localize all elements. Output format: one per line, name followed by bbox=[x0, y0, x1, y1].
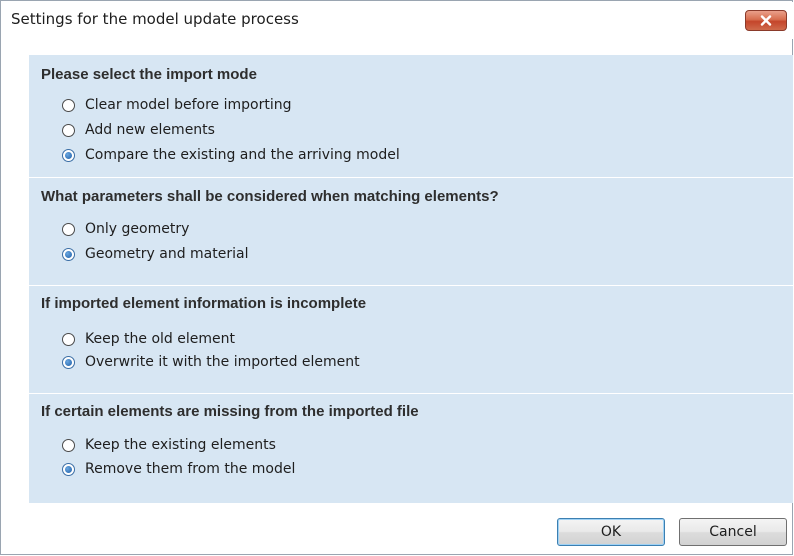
missing-elements-heading: If certain elements are missing from the… bbox=[41, 403, 419, 420]
radio-button-selected[interactable] bbox=[62, 462, 75, 476]
options-panel: Please select the import mode Clear mode… bbox=[29, 55, 793, 503]
option-label: Remove them from the model bbox=[85, 461, 296, 477]
option-label: Keep the old element bbox=[85, 331, 235, 347]
incomplete-information-heading: If imported element information is incom… bbox=[41, 295, 367, 312]
close-button[interactable] bbox=[745, 10, 787, 31]
option-label: Clear model before importing bbox=[85, 97, 292, 113]
option-label: Keep the existing elements bbox=[85, 437, 276, 453]
option-label: Compare the existing and the arriving mo… bbox=[85, 147, 400, 163]
option-geometry-and-material[interactable]: Geometry and material bbox=[62, 243, 248, 265]
radio-button-selected[interactable] bbox=[62, 247, 75, 261]
matching-parameters-heading: What parameters shall be considered when… bbox=[41, 188, 499, 205]
settings-dialog: Settings for the model update process Pl… bbox=[0, 0, 793, 555]
radio-button-selected[interactable] bbox=[62, 355, 75, 369]
option-keep-old-element[interactable]: Keep the old element bbox=[62, 328, 235, 350]
option-compare-models[interactable]: Compare the existing and the arriving mo… bbox=[62, 144, 400, 166]
radio-button-selected[interactable] bbox=[62, 148, 75, 162]
group-divider bbox=[29, 177, 793, 178]
cancel-button[interactable]: Cancel bbox=[679, 518, 787, 546]
option-label: Only geometry bbox=[85, 221, 190, 237]
window-title: Settings for the model update process bbox=[11, 10, 299, 28]
close-icon bbox=[760, 15, 772, 26]
option-keep-existing-elements[interactable]: Keep the existing elements bbox=[62, 434, 276, 456]
option-add-new-elements[interactable]: Add new elements bbox=[62, 119, 215, 141]
option-only-geometry[interactable]: Only geometry bbox=[62, 218, 189, 240]
radio-button[interactable] bbox=[62, 438, 75, 452]
radio-button[interactable] bbox=[62, 123, 75, 137]
radio-button[interactable] bbox=[62, 222, 75, 236]
group-divider bbox=[29, 285, 793, 286]
option-remove-from-model[interactable]: Remove them from the model bbox=[62, 458, 295, 480]
option-label: Overwrite it with the imported element bbox=[85, 354, 360, 370]
ok-button[interactable]: OK bbox=[557, 518, 665, 546]
option-overwrite-element[interactable]: Overwrite it with the imported element bbox=[62, 351, 360, 373]
radio-button[interactable] bbox=[62, 98, 75, 112]
option-label: Add new elements bbox=[85, 122, 215, 138]
radio-button[interactable] bbox=[62, 332, 75, 346]
import-mode-heading: Please select the import mode bbox=[41, 66, 257, 83]
title-bar[interactable]: Settings for the model update process bbox=[2, 2, 793, 39]
option-clear-model[interactable]: Clear model before importing bbox=[62, 94, 292, 116]
group-divider bbox=[29, 393, 793, 394]
option-label: Geometry and material bbox=[85, 246, 249, 262]
